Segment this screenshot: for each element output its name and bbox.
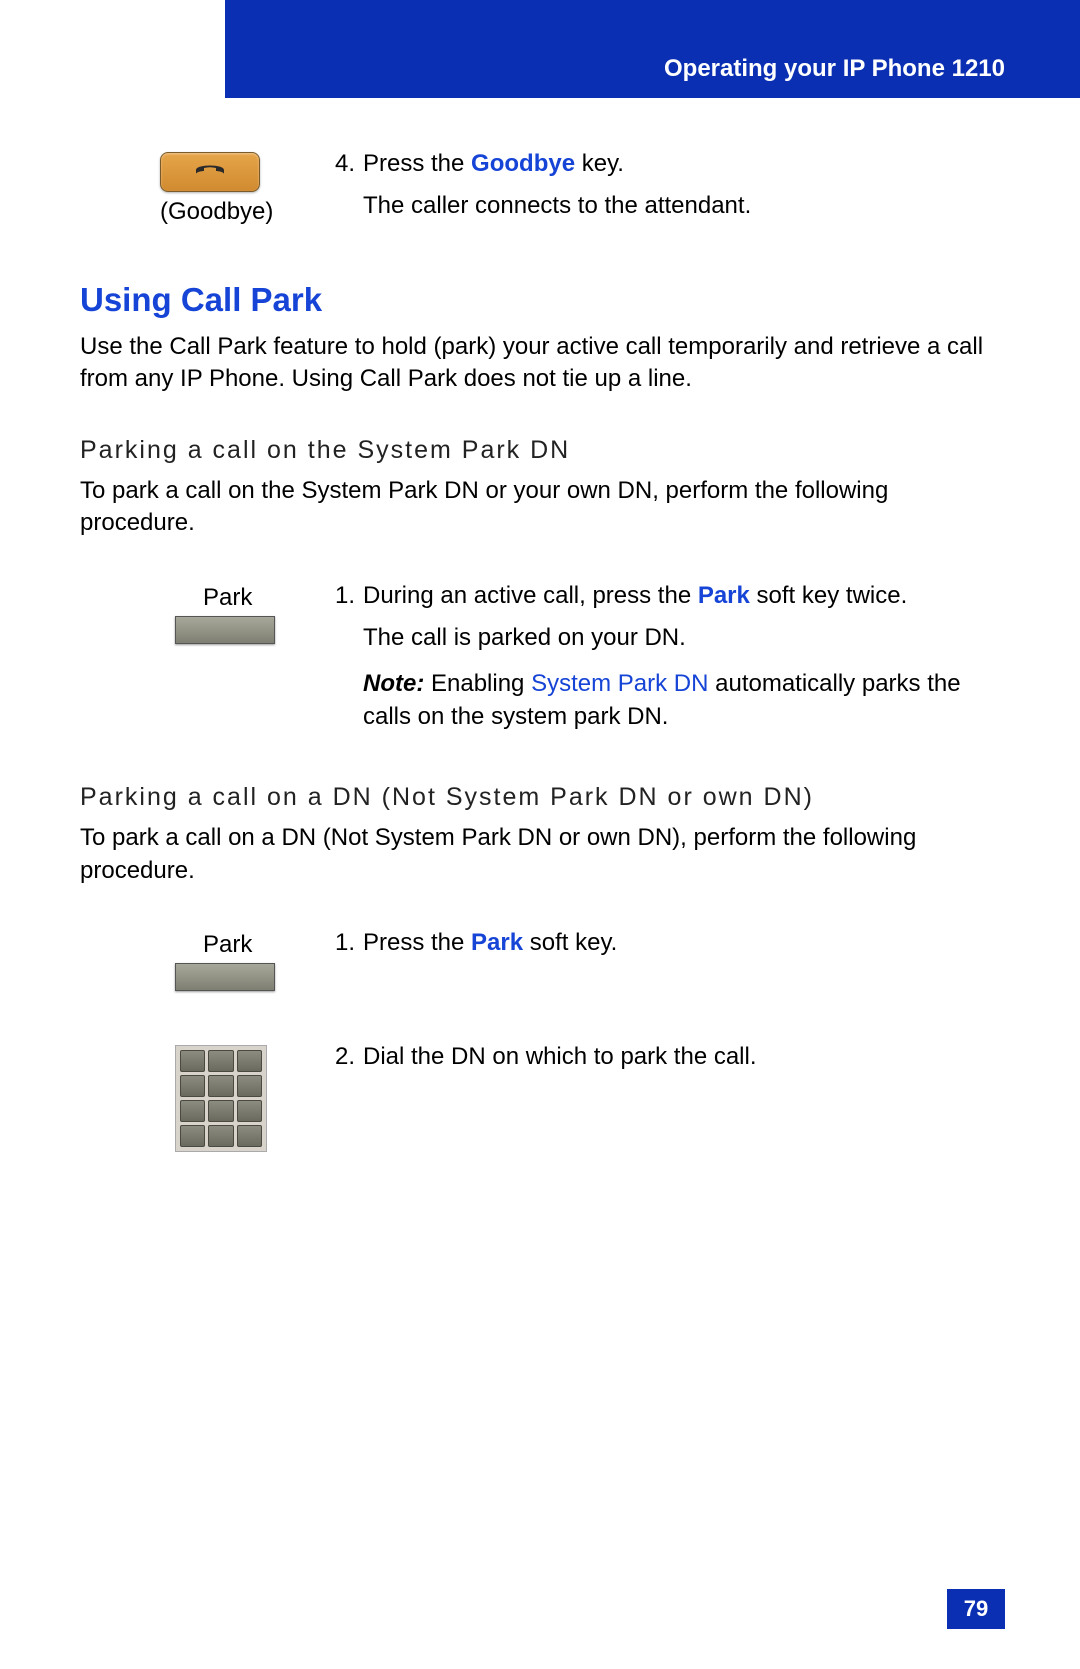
park-keyword-1: Park xyxy=(698,582,750,609)
keypad-key xyxy=(237,1125,262,1147)
step-1a-row: Park 1.During an active call, press the … xyxy=(80,580,1000,734)
keypad-key xyxy=(208,1100,233,1122)
park-key-col-1: Park xyxy=(80,580,335,644)
header-title: Operating your IP Phone 1210 xyxy=(664,55,1005,83)
step-4-text: 4.Press the Goodbye key. The caller conn… xyxy=(335,148,1000,223)
keypad-key xyxy=(180,1100,205,1122)
goodbye-key-col: (Goodbye) xyxy=(80,148,335,226)
subheading-other-dn: Parking a call on a DN (Not System Park … xyxy=(80,783,1000,812)
header-bar: Operating your IP Phone 1210 xyxy=(225,0,1080,98)
keypad-key xyxy=(180,1075,205,1097)
step-1a-result: The call is parked on your DN. xyxy=(335,622,1000,654)
keypad-key xyxy=(237,1100,262,1122)
step-2b-row: 2.Dial the DN on which to park the call. xyxy=(80,1041,1000,1152)
section-body-call-park: Use the Call Park feature to hold (park)… xyxy=(80,331,1000,396)
step-2b-number: 2. xyxy=(335,1041,363,1073)
step-1a-text: 1.During an active call, press the Park … xyxy=(335,580,1000,734)
park-key-col-2: Park xyxy=(80,927,335,991)
keypad-icon xyxy=(175,1045,267,1152)
step-4-result: The caller connects to the attendant. xyxy=(335,190,1000,222)
section-title-call-park: Using Call Park xyxy=(80,281,1000,319)
keypad-key xyxy=(237,1075,262,1097)
keypad-key xyxy=(208,1125,233,1147)
keypad-key xyxy=(180,1050,205,1072)
step-1a-note: Note: Enabling System Park DN automatica… xyxy=(335,668,1000,733)
keypad-col xyxy=(80,1041,335,1152)
handset-down-icon xyxy=(190,152,230,192)
keypad-key xyxy=(237,1050,262,1072)
page-content: (Goodbye) 4.Press the Goodbye key. The c… xyxy=(80,140,1000,1207)
step-4-number: 4. xyxy=(335,148,363,180)
park-label-2: Park xyxy=(175,931,335,959)
step-1b-text: 1.Press the Park soft key. xyxy=(335,927,1000,959)
sub1-body: To park a call on the System Park DN or … xyxy=(80,475,1000,540)
step-4-row: (Goodbye) 4.Press the Goodbye key. The c… xyxy=(80,148,1000,226)
goodbye-caption: (Goodbye) xyxy=(160,198,335,226)
note-label: Note: xyxy=(363,670,424,697)
system-park-dn-link: System Park DN xyxy=(531,670,708,697)
page-number: 79 xyxy=(947,1589,1005,1629)
sub2-body: To park a call on a DN (Not System Park … xyxy=(80,822,1000,887)
goodbye-button-icon xyxy=(160,152,260,192)
softkey-button-icon xyxy=(175,616,275,644)
park-keyword-2: Park xyxy=(471,929,523,956)
subheading-system-park: Parking a call on the System Park DN xyxy=(80,436,1000,465)
step-1a-number: 1. xyxy=(335,580,363,612)
keypad-key xyxy=(208,1050,233,1072)
step-1b-number: 1. xyxy=(335,927,363,959)
step-2b-text: 2.Dial the DN on which to park the call. xyxy=(335,1041,1000,1073)
park-label-1: Park xyxy=(175,584,335,612)
goodbye-keyword: Goodbye xyxy=(471,150,575,177)
softkey-button-icon-2 xyxy=(175,963,275,991)
keypad-key xyxy=(208,1075,233,1097)
keypad-key xyxy=(180,1125,205,1147)
step-1b-row: Park 1.Press the Park soft key. xyxy=(80,927,1000,991)
